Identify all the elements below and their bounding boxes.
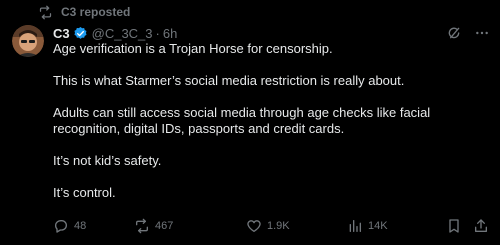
repost-count: 467 (155, 220, 174, 232)
post-top-actions (446, 25, 490, 41)
post-card[interactable]: C3 reposted C3 @C_3C_3 · 6h Age verifica… (0, 0, 500, 245)
repost-banner[interactable]: C3 reposted (38, 3, 130, 21)
repost-button[interactable]: 467 (134, 216, 173, 236)
share-button[interactable] (473, 216, 489, 236)
author-handle[interactable]: @C_3C_3 (92, 26, 153, 41)
like-count: 1.9K (267, 220, 290, 232)
post-paragraph: Adults can still access social media thr… (53, 105, 431, 136)
bookmark-icon (449, 219, 459, 233)
views-count: 14K (368, 220, 388, 232)
post-action-bar: 48 467 1.9K 14K (53, 216, 490, 236)
more-options-icon[interactable] (474, 25, 490, 41)
avatar[interactable] (12, 25, 44, 57)
share-icon (475, 219, 487, 232)
post-header: C3 @C_3C_3 · 6h (53, 24, 456, 42)
reply-icon (54, 220, 67, 233)
post-text: Age verification is a Trojan Horse for c… (53, 41, 473, 217)
repost-banner-text: C3 reposted (61, 5, 131, 19)
bookmark-button[interactable] (446, 216, 462, 236)
post-paragraph: It’s control. (53, 185, 116, 200)
repost-icon (39, 5, 52, 19)
repost-icon (136, 218, 148, 234)
grok-icon[interactable] (446, 25, 462, 41)
post-paragraph: It’s not kid’s safety. (53, 153, 162, 168)
post-timestamp[interactable]: 6h (163, 26, 177, 41)
verified-badge-icon[interactable] (73, 26, 88, 41)
post-paragraph: This is what Starmer’s social media rest… (53, 73, 405, 88)
post-paragraph: Age verification is a Trojan Horse for c… (53, 41, 333, 56)
header-separator: · (155, 25, 160, 41)
views-button[interactable]: 14K (347, 216, 388, 236)
like-button[interactable]: 1.9K (246, 216, 290, 236)
reply-button[interactable]: 48 (53, 216, 86, 236)
heart-icon (247, 220, 261, 232)
reply-count: 48 (74, 220, 87, 232)
author-name[interactable]: C3 (53, 26, 70, 41)
views-chart-icon (349, 220, 361, 232)
